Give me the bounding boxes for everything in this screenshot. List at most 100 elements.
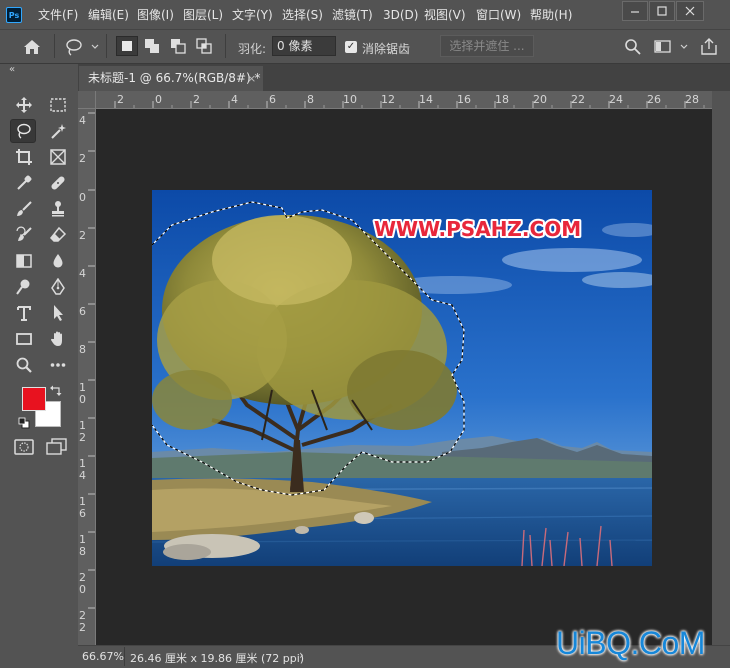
options-divider <box>106 34 107 58</box>
lasso-preset-icon <box>66 39 99 56</box>
rectangle-icon[interactable] <box>11 327 37 351</box>
ruler-label: 6 <box>269 93 276 106</box>
magic-wand-icon[interactable] <box>45 119 71 143</box>
pen-icon[interactable] <box>45 275 71 299</box>
feather-input[interactable]: 0 像素 <box>272 36 336 56</box>
ruler-label: 1 0 <box>79 381 86 406</box>
brush-icon[interactable] <box>11 197 37 221</box>
default-colors-icon[interactable] <box>18 417 30 429</box>
ruler-label: 8 <box>79 343 86 356</box>
document-canvas[interactable]: WWW.PSAHZ.COM <box>152 190 652 566</box>
ruler-label: 0 <box>79 191 86 204</box>
landscape-photo: WWW.PSAHZ.COM <box>152 190 652 566</box>
zoom-level[interactable]: 66.67% <box>82 650 124 663</box>
ruler-label: 2 0 <box>79 571 86 596</box>
menu-edit[interactable]: 编辑(E) <box>88 6 129 24</box>
ruler-label: 2 <box>79 229 86 242</box>
ruler-label: 12 <box>381 93 395 106</box>
menu-view[interactable]: 视图(V) <box>424 6 466 24</box>
quick-mask-icon <box>14 439 34 455</box>
type-icon[interactable] <box>11 301 37 325</box>
horizontal-ruler[interactable]: 2 0 2 4 6 8 10 12 14 16 18 20 22 24 26 2… <box>96 91 712 109</box>
ruler-label: 2 <box>117 93 124 106</box>
select-and-mask-button[interactable]: 选择并遮住 ... <box>440 35 534 57</box>
frame-icon[interactable] <box>45 145 71 169</box>
site-watermark: UiBQ.CoM <box>556 625 705 661</box>
foreground-color-swatch[interactable] <box>22 387 46 411</box>
ruler-label: 4 <box>79 114 86 127</box>
minimize-button[interactable] <box>622 1 648 21</box>
ruler-label: 26 <box>647 93 661 106</box>
search-button[interactable] <box>622 37 644 57</box>
document-size: 26.46 厘米 x 19.86 厘米 (72 ppi) <box>130 652 305 665</box>
add-to-selection-button[interactable] <box>142 36 164 56</box>
ruler-label: 22 <box>571 93 585 106</box>
ruler-label: 18 <box>495 93 509 106</box>
dodge-icon[interactable] <box>11 275 37 299</box>
new-selection-button[interactable] <box>116 36 138 56</box>
vertical-scrollbar[interactable] <box>712 91 730 645</box>
tool-preset-picker[interactable] <box>62 36 102 58</box>
workspace-switcher[interactable] <box>652 37 692 57</box>
subtract-from-selection-button[interactable] <box>168 36 190 56</box>
ruler-label: 20 <box>533 93 547 106</box>
close-tab-icon[interactable]: × <box>247 66 256 91</box>
options-divider <box>54 34 55 58</box>
collapse-panel-icon[interactable]: « <box>9 64 15 75</box>
ruler-label: 1 4 <box>79 457 86 482</box>
maximize-icon <box>657 6 667 16</box>
status-menu-arrow-icon[interactable]: › <box>299 648 304 662</box>
share-icon <box>701 38 717 55</box>
menu-type[interactable]: 文字(Y) <box>232 6 273 24</box>
feather-label: 羽化: <box>238 42 267 56</box>
move-icon[interactable] <box>11 93 37 117</box>
menu-select[interactable]: 选择(S) <box>282 6 323 24</box>
antialias-checkbox[interactable]: ✓ <box>345 41 357 53</box>
document-tab[interactable]: 未标题-1 @ 66.7%(RGB/8#) * <box>79 66 263 91</box>
stamp-icon[interactable] <box>45 197 71 221</box>
history-brush-icon[interactable] <box>11 223 37 247</box>
screen-mode-button[interactable] <box>45 437 69 457</box>
ruler-label: 16 <box>457 93 471 106</box>
search-icon <box>625 39 641 55</box>
minimize-icon <box>631 11 639 13</box>
intersect-selection-icon <box>196 38 212 54</box>
ruler-label: 4 <box>79 267 86 280</box>
menu-3d[interactable]: 3D(D) <box>383 6 418 24</box>
screen-mode-icon <box>46 438 67 455</box>
ruler-label: 6 <box>79 305 86 318</box>
marquee-icon[interactable] <box>45 93 71 117</box>
vertical-ruler[interactable]: 4 2 0 2 4 6 8 1 0 1 2 1 4 1 6 1 8 2 0 2 … <box>78 109 96 645</box>
path-select-icon[interactable] <box>45 301 71 325</box>
close-window-button[interactable] <box>676 1 704 21</box>
intersect-selection-button[interactable] <box>194 36 216 56</box>
ruler-origin[interactable] <box>78 91 96 109</box>
options-divider <box>225 34 226 58</box>
ruler-label: 24 <box>609 93 623 106</box>
menu-filter[interactable]: 滤镜(T) <box>332 6 373 24</box>
menu-image[interactable]: 图像(I) <box>137 6 174 24</box>
menu-window[interactable]: 窗口(W) <box>476 6 521 24</box>
swap-colors-icon[interactable] <box>50 384 64 396</box>
menu-help[interactable]: 帮助(H) <box>530 6 572 24</box>
quick-mask-button[interactable] <box>13 437 35 457</box>
menu-layer[interactable]: 图层(L) <box>183 6 223 24</box>
ruler-label: 10 <box>343 93 357 106</box>
ruler-label: 14 <box>419 93 433 106</box>
crop-icon[interactable] <box>11 145 37 169</box>
eyedropper-icon[interactable] <box>11 171 37 195</box>
menu-file[interactable]: 文件(F) <box>38 6 78 24</box>
hand-icon[interactable] <box>45 327 71 351</box>
share-button[interactable] <box>698 36 720 58</box>
zoom-icon[interactable] <box>11 353 37 377</box>
home-button[interactable] <box>20 36 44 58</box>
healing-icon[interactable] <box>45 171 71 195</box>
more-icon[interactable] <box>45 353 71 377</box>
lasso-icon[interactable] <box>10 119 36 143</box>
ruler-label: 0 <box>155 93 162 106</box>
gradient-icon[interactable] <box>11 249 37 273</box>
eraser-icon[interactable] <box>45 223 71 247</box>
blur-icon[interactable] <box>45 249 71 273</box>
maximize-button[interactable] <box>649 1 675 21</box>
status-divider <box>124 647 125 666</box>
